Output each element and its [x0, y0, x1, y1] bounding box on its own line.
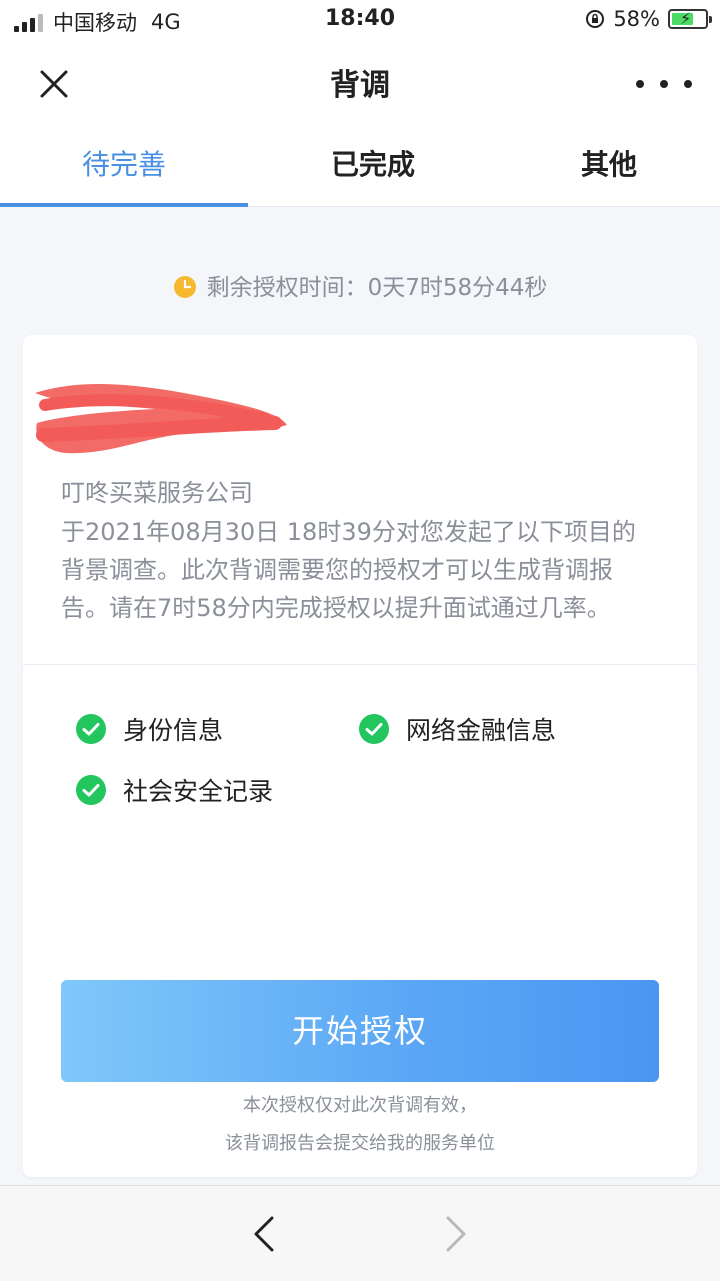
background-check-card: 叮咚买菜服务公司 于2021年08月30日 18时39分对您发起了以下项目的 背…: [23, 335, 697, 1177]
description-line: 背景调查。此次背调需要您的授权才可以生成背调报: [61, 556, 613, 584]
battery-icon: ⚡: [668, 9, 712, 29]
battery-percent: 58%: [613, 7, 660, 31]
bottom-nav-bar: [0, 1185, 720, 1281]
authorization-note: 本次授权仅对此次背调有效，: [243, 1095, 477, 1116]
authorization-note: 该背调报告会提交给我的服务单位: [225, 1133, 495, 1154]
status-right: 58% ⚡: [585, 7, 712, 31]
forward-arrow-icon[interactable]: [438, 1212, 474, 1256]
more-icon[interactable]: [636, 64, 692, 104]
authorization-timer: 剩余授权时间：0天7时58分44秒: [0, 268, 720, 302]
check-item-label: 网络金融信息: [406, 716, 557, 745]
check-item-label: 社会安全记录: [123, 777, 274, 806]
tab-bar: 待完善 已完成 其他: [0, 124, 720, 207]
page-title: 背调: [330, 68, 390, 103]
company-name: 叮咚买菜服务公司: [61, 479, 253, 507]
redacted-name-scribble: [35, 384, 287, 454]
check-item-social-security: 社会安全记录: [75, 772, 273, 808]
description-line: 告。请在7时58分内完成授权以提升面试通过几率。: [61, 594, 611, 622]
tab-pending[interactable]: 待完善: [0, 124, 248, 206]
check-circle-icon: [76, 714, 106, 744]
check-item-finance: 网络金融信息: [358, 711, 556, 747]
nav-bar: 背调: [0, 40, 720, 124]
active-tab-indicator: [0, 203, 248, 207]
clock-icon: [173, 275, 196, 298]
request-description: 于2021年08月30日 18时39分对您发起了以下项目的 背景调查。此次背调需…: [61, 513, 661, 627]
tab-other[interactable]: 其他: [498, 124, 720, 206]
status-bar: 中国移动 4G 18:40 58% ⚡: [0, 0, 720, 40]
check-circle-icon: [76, 775, 106, 805]
close-icon[interactable]: [30, 60, 78, 108]
timer-text: 剩余授权时间：0天7时58分44秒: [206, 275, 548, 301]
start-authorization-button[interactable]: 开始授权: [61, 980, 659, 1082]
check-circle-icon: [359, 714, 389, 744]
check-item-label: 身份信息: [123, 716, 224, 745]
orientation-lock-icon: [586, 10, 605, 28]
back-arrow-icon[interactable]: [246, 1212, 282, 1256]
description-line: 于2021年08月30日 18时39分对您发起了以下项目的: [61, 518, 636, 546]
divider: [23, 664, 697, 665]
check-item-identity: 身份信息: [75, 711, 223, 747]
tab-completed[interactable]: 已完成: [248, 124, 498, 206]
